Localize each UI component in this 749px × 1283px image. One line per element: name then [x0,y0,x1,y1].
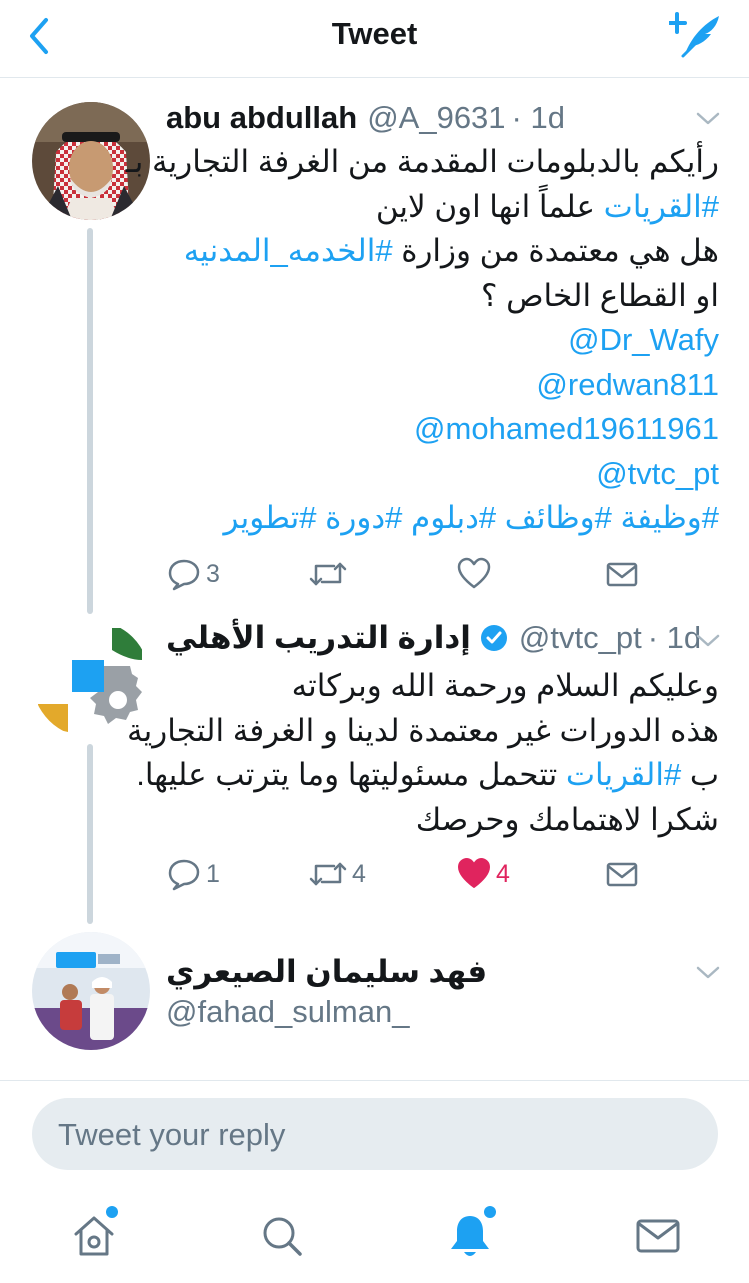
tweet-header: إدارة التدريب الأهلي @tvtc_pt · 1d [166,618,701,658]
hashtag-line: #وظيفة #وظائف #دبلوم #دورة #تطوير [166,496,719,541]
share-button[interactable] [604,554,640,594]
mail-icon [606,562,638,587]
text-span: علماً انها اون لاين [375,188,596,224]
tab-search[interactable] [254,1208,310,1264]
reply-button[interactable]: 3 [166,554,220,594]
divider [0,1080,749,1081]
compose-feather-icon [667,12,719,58]
verified-badge-icon [480,625,507,651]
display-name[interactable]: فهد سليمان الصيعري [166,954,487,990]
thread-line [87,744,93,924]
timestamp: · 1d [647,620,702,655]
reply-button[interactable]: 1 [166,854,220,894]
thread-line [87,228,93,614]
compose-button[interactable] [667,10,723,60]
mail-icon [606,862,638,887]
mention-link[interactable]: @redwan811 [166,363,719,408]
user-handle[interactable]: @fahad_sulman_ [166,994,409,1030]
tab-home[interactable] [66,1206,122,1264]
bottom-nav [0,1190,749,1283]
hashtag-link[interactable]: #وظيفة [620,500,719,535]
retweet-button[interactable]: 4 [308,854,366,894]
mention-link[interactable]: @Dr_Wafy [166,318,719,363]
user-handle[interactable]: @A_9631 [367,100,505,136]
tweet-actions: 1 4 4 [166,854,646,894]
tweet-text: رأيكم بالدبلومات المقدمة من الغرفة التجا… [125,140,719,541]
search-icon [263,1217,302,1256]
more-options-button[interactable] [695,110,721,128]
reply-count: 3 [206,559,220,588]
text-span: تتحمل مسئوليتها وما يترتب عليها. [136,757,558,792]
new-content-dot [106,1206,118,1218]
like-button[interactable] [456,554,492,594]
display-name[interactable]: إدارة التدريب الأهلي [166,620,471,656]
share-button[interactable] [604,854,640,894]
text-line: رأيكم بالدبلومات المقدمة من الغرفة التجا… [125,144,719,179]
profile-photo [32,932,150,1050]
hashtag-link[interactable]: #القريات [604,189,719,224]
mail-icon [636,1219,680,1253]
more-options-button[interactable] [695,964,721,982]
text-span: هل هي معتمدة من وزارة [401,233,719,268]
more-options-button[interactable] [695,632,721,650]
timestamp: · 1d [511,100,565,135]
retweet-button[interactable] [308,554,348,594]
verified-badge [479,623,509,653]
mention-link[interactable]: @tvtc_pt [166,452,719,497]
tweet-header: فهد سليمان الصيعري [166,952,689,992]
hashtag-link[interactable]: #وظائف [505,500,612,535]
handle-row: @fahad_sulman_ [166,992,689,1032]
hashtag-link[interactable]: #دورة [325,500,402,535]
reply-bubble-icon [168,859,200,891]
tweet-1[interactable]: abu abdullah @A_9631 · 1d رأيكم بالدبلوم… [0,78,749,618]
text-line: هذه الدورات غير معتمدة لدينا و الغرفة ال… [127,712,719,748]
hashtag-link[interactable]: #القريات [566,757,681,792]
tweet-header: abu abdullah @A_9631 · 1d [166,98,689,138]
hashtag-link[interactable]: #دبلوم [411,500,496,535]
new-content-dot [484,1206,496,1218]
user-handle[interactable]: @tvtc_pt [519,620,642,656]
tweet-3[interactable]: فهد سليمان الصيعري @fahad_sulman_ [0,920,749,1080]
display-name[interactable]: abu abdullah [166,100,357,136]
reply-count: 1 [206,859,220,888]
retweet-icon [309,862,347,886]
hashtag-link[interactable]: #تطوير [223,500,316,535]
like-button[interactable]: 4 [456,854,510,894]
heart-icon [457,557,491,589]
tab-notifications[interactable] [442,1206,498,1264]
chevron-down-icon [696,634,720,647]
text-span: ب [689,757,719,792]
tab-messages[interactable] [630,1208,686,1264]
mention-link[interactable]: @mohamed19611961 [166,407,719,452]
text-line: #القريات علماً انها اون لاين [166,185,719,230]
avatar[interactable] [32,932,150,1050]
text-line: او القطاع الخاص ؟ [481,277,719,313]
top-bar: Tweet [0,0,749,78]
hashtag-link[interactable]: #الخدمه_المدنيه [184,233,393,268]
reply-input[interactable]: Tweet your reply [32,1098,718,1170]
text-line: وعليكم السلام ورحمة الله وبركاته [291,668,719,703]
heart-icon [458,858,490,888]
text-line: ب #القريات تتحمل مسئوليتها وما يترتب علي… [136,753,719,798]
reply-bubble-icon [168,559,200,591]
text-line: هل هي معتمدة من وزارة #الخدمه_المدنيه [166,229,719,274]
retweet-count: 4 [352,859,366,888]
chevron-down-icon [696,112,720,125]
page-title: Tweet [331,16,418,51]
tweet-text: وعليكم السلام ورحمة الله وبركاته هذه الد… [127,664,719,842]
reply-placeholder: Tweet your reply [58,1117,286,1152]
like-count: 4 [496,859,510,888]
chevron-down-icon [696,966,720,979]
retweet-icon [309,562,347,586]
text-line: شكرا لاهتمامك وحرصك [415,801,719,837]
tweet-actions: 3 [166,554,646,594]
tweet-2[interactable]: إدارة التدريب الأهلي @tvtc_pt · 1d وعليك… [0,618,749,924]
